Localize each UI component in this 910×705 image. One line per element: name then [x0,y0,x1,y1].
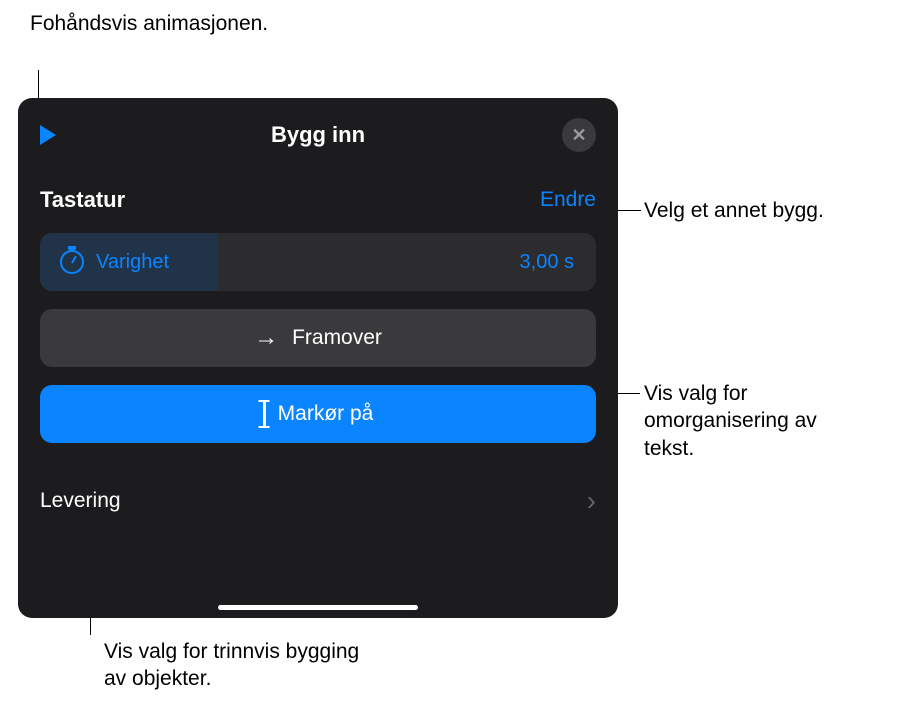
panel-title: Bygg inn [271,122,365,148]
duration-control[interactable]: Varighet 3,00 s [40,233,596,291]
marker-button[interactable]: Markør på [40,385,596,443]
timer-icon [60,250,84,274]
effect-section-row: Tastatur Endre [40,187,596,213]
duration-left-segment: Varighet [40,233,218,291]
preview-play-icon[interactable] [40,125,56,145]
delivery-row[interactable]: Levering › [40,481,596,521]
duration-label: Varighet [96,251,169,274]
duration-value: 3,00 s [520,251,596,274]
annotation-preview: Fohåndsvis animasjonen. [30,10,268,37]
annotation-direction: Vis valg for omorganisering av tekst. [644,380,844,462]
panel-header: Bygg inn ✕ [40,118,596,152]
arrow-right-icon: → [254,324,278,352]
delivery-label: Levering [40,489,121,513]
change-effect-link[interactable]: Endre [540,188,596,212]
marker-label: Markør på [278,402,374,426]
direction-label: Framover [292,326,382,350]
build-in-panel: Bygg inn ✕ Tastatur Endre Varighet 3,00 … [18,98,618,618]
cursor-icon [263,401,266,427]
effect-name-label: Tastatur [40,187,125,213]
close-button[interactable]: ✕ [562,118,596,152]
direction-button[interactable]: → Framover [40,309,596,367]
home-indicator [218,605,418,610]
chevron-right-icon: › [587,485,596,517]
close-icon: ✕ [571,125,586,146]
annotation-change: Velg et annet bygg. [644,197,824,224]
annotation-delivery: Vis valg for trinnvis bygging av objekte… [104,638,364,693]
